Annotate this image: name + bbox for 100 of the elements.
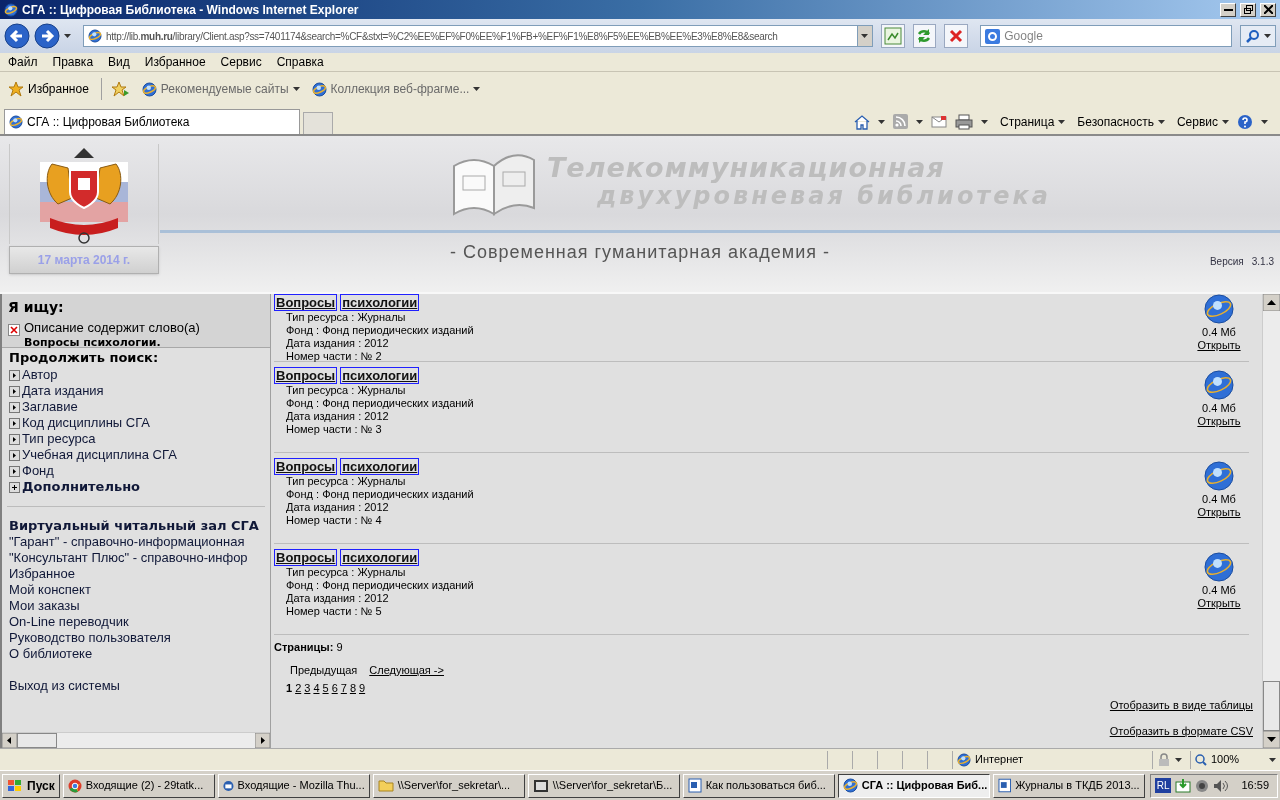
command-menu[interactable]: Сервис xyxy=(1176,112,1229,131)
version-number: 3.1.3 xyxy=(1251,255,1274,269)
taskbar-button[interactable]: Входящие (2) - 29tatk... xyxy=(62,773,215,798)
open-link[interactable]: Открыть xyxy=(1197,339,1241,352)
start-button[interactable]: Пуск xyxy=(2,773,60,798)
search-button[interactable] xyxy=(1240,25,1276,47)
title-link[interactable]: психологии xyxy=(340,294,420,311)
browser-tab[interactable]: СГА :: Цифровая Библиотека xyxy=(4,109,300,134)
home-icon[interactable] xyxy=(853,113,870,130)
stop-button[interactable] xyxy=(944,24,969,48)
menu-item[interactable]: Файл xyxy=(8,53,38,71)
page-icon xyxy=(141,81,157,97)
sidebar-link[interactable]: Виртуальный читальный зал СГА xyxy=(9,518,263,534)
title-link[interactable]: Вопросы xyxy=(274,549,338,566)
taskbar-button[interactable]: Журналы в ТКДБ 2013... xyxy=(992,773,1145,798)
forward-icon[interactable] xyxy=(34,23,60,49)
title-link[interactable]: психологии xyxy=(340,549,420,566)
search-box[interactable]: Google xyxy=(980,25,1233,47)
page-link[interactable]: 3 xyxy=(304,680,311,697)
page-link[interactable]: 7 xyxy=(340,680,347,697)
volume-icon[interactable] xyxy=(1213,778,1230,793)
taskbar-button[interactable]: СГА :: Цифровая Биб... xyxy=(837,773,990,798)
view-link[interactable]: Отобразить в формате CSV xyxy=(1109,723,1253,740)
restore-button[interactable] xyxy=(1240,2,1256,17)
filter-link[interactable]: Тип ресурса xyxy=(9,431,263,447)
title-link[interactable]: Вопросы xyxy=(274,458,338,475)
page-link[interactable]: 2 xyxy=(295,680,302,697)
dropdown-button[interactable] xyxy=(856,26,872,46)
command-menu[interactable]: Страница xyxy=(999,112,1066,131)
taskbar-button[interactable]: \\Server\for_sekretar\Б... xyxy=(527,773,680,798)
minimize-button[interactable] xyxy=(1220,2,1236,17)
version-label: Версия xyxy=(1209,255,1244,269)
page-link[interactable]: 8 xyxy=(349,680,356,697)
next-page-link[interactable]: Следующая -> xyxy=(369,661,444,678)
back-icon[interactable] xyxy=(4,23,30,49)
scroll-thumb[interactable] xyxy=(1263,681,1280,731)
filter-link[interactable]: Автор xyxy=(9,367,263,383)
sidebar-link[interactable]: Мои заказы xyxy=(9,598,263,614)
title-link[interactable]: Вопросы xyxy=(274,294,338,311)
horizontal-scrollbar[interactable] xyxy=(2,732,270,748)
filter-link[interactable]: Фонд xyxy=(9,463,263,479)
close-button[interactable] xyxy=(1260,2,1276,17)
sidebar-link[interactable]: О библиотеке xyxy=(9,646,263,662)
filter-link[interactable]: Дата издания xyxy=(9,383,263,399)
criterion-value: Вопросы психологии. xyxy=(24,336,162,350)
record-field: Дата издания : 2012 xyxy=(274,410,1189,423)
menu-item[interactable]: Сервис xyxy=(220,53,262,71)
scroll-thumb[interactable] xyxy=(17,733,57,748)
page-link[interactable]: 1 xyxy=(286,680,293,697)
sidebar-link[interactable]: Выход из системы xyxy=(9,678,263,694)
favorite-link[interactable]: Коллекция веб-фрагме... xyxy=(311,80,481,98)
menu-item[interactable]: Правка xyxy=(52,53,94,71)
taskbar-button[interactable]: Как пользоваться биб... xyxy=(682,773,835,798)
filter-link[interactable]: Учебная дисциплина СГА xyxy=(9,447,263,463)
menu-item[interactable]: Вид xyxy=(108,53,130,71)
application-icon xyxy=(532,778,549,793)
filter-link[interactable]: Дополнительно xyxy=(9,479,263,495)
search-field[interactable]: Google xyxy=(1004,26,1232,46)
sidebar-link[interactable]: "Гарант" - справочно-информационная xyxy=(9,534,263,550)
taskbar-button[interactable]: Входящие - Mozilla Thu... xyxy=(217,773,370,798)
command-menu[interactable]: Безопасность xyxy=(1077,112,1165,131)
mail-icon[interactable] xyxy=(930,115,947,128)
print-icon[interactable] xyxy=(954,113,973,130)
zoom-button[interactable]: 100% xyxy=(1190,750,1280,769)
caret-icon xyxy=(1263,34,1271,38)
favorites-button[interactable]: Избранное xyxy=(4,80,93,98)
sidebar-link[interactable]: Мой конспект xyxy=(9,582,263,598)
sidebar-link[interactable]: Руководство пользователя xyxy=(9,630,263,646)
network-icon[interactable] xyxy=(1195,778,1210,793)
filter-link[interactable]: Код дисциплины СГА xyxy=(9,415,263,431)
page-link[interactable]: 9 xyxy=(359,680,366,697)
sidebar-link[interactable]: Избранное xyxy=(9,566,263,582)
menu-item[interactable]: Избранное xyxy=(144,53,206,71)
page-link[interactable]: 4 xyxy=(313,680,320,697)
document-icon xyxy=(997,778,1012,793)
title-link[interactable]: Вопросы xyxy=(274,367,338,384)
refresh-button[interactable] xyxy=(912,24,937,48)
open-link[interactable]: Открыть xyxy=(1197,415,1241,428)
title-link[interactable]: психологии xyxy=(340,458,420,475)
vertical-scrollbar[interactable] xyxy=(1262,294,1280,748)
sidebar-link[interactable]: On-Line переводчик xyxy=(9,614,263,630)
add-favorite-icon[interactable] xyxy=(109,80,130,98)
view-link[interactable]: Отобразить в виде таблицы xyxy=(1109,696,1253,713)
open-link[interactable]: Открыть xyxy=(1197,597,1241,610)
favorite-link[interactable]: Рекомендуемые сайты xyxy=(141,80,300,98)
help-icon[interactable] xyxy=(1237,113,1253,130)
remove-button[interactable] xyxy=(8,324,20,336)
sidebar-link[interactable]: "Консультант Плюс" - справочно-инфор xyxy=(9,550,263,566)
language-indicator[interactable]: RL xyxy=(1154,778,1172,793)
taskbar-button[interactable]: \\Server\for_sekretar\... xyxy=(372,773,525,798)
previous-page-link[interactable]: Предыдущая xyxy=(290,661,358,678)
mail-tray-icon[interactable] xyxy=(1175,778,1192,793)
address-field[interactable]: http://lib.muh.ru/library/Client.asp?ss=7401174&search=%CF&stxt=%C2%EE%EF%F0%EE%F1%FB+%EF%F1%E8%F5%EE%EB%EE%E3%E8%E8&search xyxy=(83,25,873,47)
menu-item[interactable]: Справка xyxy=(276,53,324,71)
title-link[interactable]: психологии xyxy=(340,367,420,384)
filter-link[interactable]: Заглавие xyxy=(9,399,263,415)
page-link[interactable]: 6 xyxy=(331,680,338,697)
compatibility-button[interactable] xyxy=(880,24,905,48)
open-link[interactable]: Открыть xyxy=(1197,506,1241,519)
page-link[interactable]: 5 xyxy=(322,680,329,697)
